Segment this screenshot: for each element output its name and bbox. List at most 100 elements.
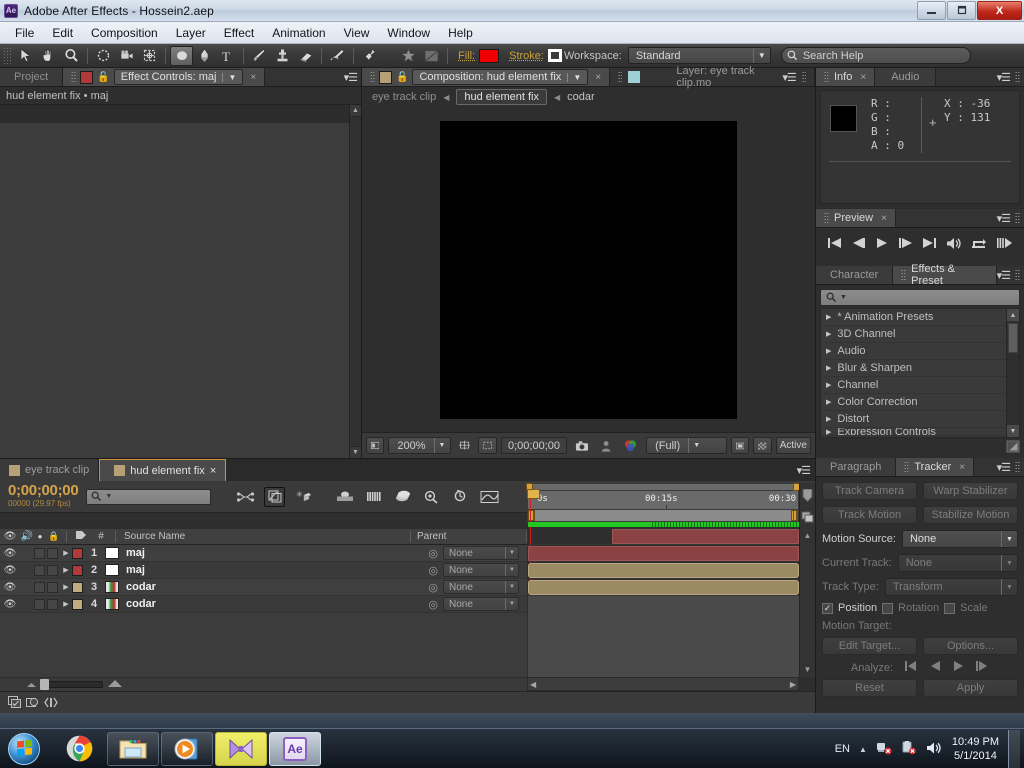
edit-target-button[interactable]: Edit Target... — [822, 637, 917, 655]
taskbar-explorer-button[interactable] — [107, 731, 159, 766]
options-button[interactable]: Options... — [923, 637, 1018, 655]
menu-effect[interactable]: Effect — [215, 24, 263, 42]
composition-canvas[interactable] — [440, 121, 737, 419]
panel-menu-icon[interactable]: ▾☰ — [997, 461, 1011, 474]
solo-toggle[interactable] — [34, 598, 45, 610]
analyze-backward-button[interactable] — [930, 661, 941, 674]
active-camera-button[interactable]: Active — [775, 437, 811, 454]
snapshot-camera-icon[interactable] — [571, 437, 593, 454]
effect-controls-title[interactable]: Effect Controls: maj ▼ — [113, 69, 244, 85]
draft-3d-icon[interactable] — [264, 486, 286, 507]
position-checkbox[interactable]: ✓ — [822, 602, 833, 614]
current-track-select[interactable]: None ▼ — [897, 554, 1018, 572]
analyze-forward-one-button[interactable] — [976, 661, 989, 674]
parent-select[interactable]: None ▼ — [443, 546, 519, 560]
hide-shy-layers-icon[interactable]: ✳ — [293, 487, 314, 507]
fill-color-swatch[interactable] — [479, 48, 500, 63]
comp-marker-icon[interactable] — [800, 483, 815, 507]
timecode-display[interactable]: 0;00;00;00 00000 (29.97 fps) — [8, 483, 79, 510]
menu-file[interactable]: File — [6, 24, 43, 42]
stroke-color-swatch[interactable] — [547, 49, 562, 62]
close-tab-icon[interactable]: × — [881, 213, 887, 224]
battery-icon[interactable] — [901, 740, 917, 758]
audio-toggle-button[interactable] — [946, 237, 962, 250]
region-of-interest-icon[interactable] — [477, 437, 497, 454]
track-motion-button[interactable]: Track Motion — [822, 506, 917, 524]
scroll-down-icon[interactable]: ▼ — [350, 446, 361, 458]
scroll-down-icon[interactable]: ▼ — [800, 661, 815, 677]
parent-pickwhip-icon[interactable]: ◎ — [428, 564, 438, 577]
table-row[interactable]: 👁 ▶ 3 codar ◎ None ▼ — [0, 579, 527, 596]
restore-button[interactable] — [947, 1, 976, 20]
panel-menu-icon[interactable]: ▾☰ — [782, 71, 796, 84]
expand-layer-icon[interactable]: ▶ — [60, 549, 72, 557]
pen-tool-icon[interactable] — [193, 46, 216, 66]
taskbar-chrome-icon[interactable] — [62, 732, 96, 766]
tab-info[interactable]: Info × — [816, 68, 876, 86]
close-tab-icon[interactable]: × — [860, 72, 866, 83]
play-button[interactable] — [875, 237, 889, 249]
layer-label-color[interactable] — [72, 581, 83, 593]
list-item[interactable]: ▶ Expression Controls — [821, 428, 1019, 436]
layer-name[interactable]: codar — [126, 581, 156, 593]
region-toggle-icon[interactable] — [730, 437, 750, 454]
zoom-tool-icon[interactable] — [60, 46, 83, 66]
tab-preview[interactable]: Preview × — [816, 209, 896, 227]
tab-effects-presets[interactable]: Effects & Preset — [893, 263, 997, 287]
layer-name[interactable]: codar — [126, 598, 156, 610]
stretch-handles-icon[interactable] — [42, 694, 60, 712]
lock-toggle[interactable] — [47, 564, 58, 576]
list-item[interactable]: ▶ 3D Channel — [821, 326, 1019, 343]
rotation-tool-icon[interactable] — [92, 46, 115, 66]
reset-button[interactable]: Reset — [822, 679, 917, 697]
scroll-thumb[interactable] — [1008, 323, 1018, 353]
parent-select[interactable]: None ▼ — [443, 580, 519, 594]
pan-behind-tool-icon[interactable] — [138, 46, 161, 66]
language-indicator[interactable]: EN — [835, 743, 850, 755]
tab-eye-track-clip[interactable]: eye track clip — [0, 459, 100, 481]
panel-menu-icon[interactable]: ▾☰ — [997, 212, 1011, 225]
panel-menu-icon[interactable]: ▾☰ — [997, 269, 1011, 282]
taskbar-after-effects-button[interactable]: Ae — [269, 731, 321, 766]
composition-mini-flowchart-icon[interactable] — [235, 487, 256, 507]
menu-edit[interactable]: Edit — [43, 24, 82, 42]
type-tool-icon[interactable]: T — [216, 46, 239, 66]
lock-toggle[interactable] — [47, 581, 58, 593]
close-tab-icon[interactable]: × — [595, 72, 601, 83]
list-item[interactable]: ▶ Channel — [821, 377, 1019, 394]
loop-button[interactable] — [971, 237, 987, 250]
transparency-grid-icon[interactable] — [753, 437, 772, 454]
time-ruler[interactable]: 0s 00:15s 00:30 — [527, 491, 799, 509]
list-item[interactable]: ▶ Distort — [821, 411, 1019, 428]
menu-help[interactable]: Help — [439, 24, 482, 42]
layer-label-color[interactable] — [72, 547, 83, 559]
analyze-forward-button[interactable] — [953, 661, 964, 674]
puppet-pin-tool-icon[interactable] — [358, 46, 381, 66]
auto-keyframe-icon[interactable] — [421, 487, 442, 507]
layer-bar[interactable] — [528, 546, 799, 561]
solo-toggle[interactable] — [34, 564, 45, 576]
toggle-switches-modes-icon[interactable] — [6, 694, 24, 712]
panel-menu-icon[interactable]: ▾☰ — [997, 71, 1011, 84]
menu-view[interactable]: View — [335, 24, 379, 42]
expand-layer-icon[interactable]: ▶ — [60, 566, 72, 574]
layer-visibility-icon[interactable]: 👁 — [0, 548, 20, 559]
scroll-up-icon[interactable]: ▲ — [350, 105, 361, 117]
camera-tool-icon[interactable] — [115, 46, 138, 66]
ram-preview-button[interactable] — [996, 237, 1013, 249]
warp-stabilizer-button[interactable]: Warp Stabilizer — [923, 482, 1018, 500]
mask-preview-icon[interactable] — [420, 46, 443, 66]
eraser-tool-icon[interactable] — [294, 46, 317, 66]
rotation-checkbox[interactable] — [882, 602, 894, 614]
table-row[interactable]: 👁 ▶ 4 codar ◎ None ▼ — [0, 596, 527, 613]
always-preview-this-view-icon[interactable] — [366, 437, 385, 454]
effects-category-list[interactable]: ▶ * Animation Presets ▶ 3D Channel ▶ Audio … — [820, 308, 1020, 438]
cti-head-icon[interactable] — [527, 489, 540, 499]
expand-layer-icon[interactable]: ▶ — [60, 583, 72, 591]
current-time-indicator[interactable] — [527, 489, 540, 503]
menu-composition[interactable]: Composition — [82, 24, 167, 42]
layer-visibility-icon[interactable]: 👁 — [0, 582, 20, 593]
network-icon[interactable] — [876, 741, 892, 758]
tab-character[interactable]: Character — [816, 266, 894, 284]
motion-blur-icon[interactable] — [363, 487, 384, 507]
